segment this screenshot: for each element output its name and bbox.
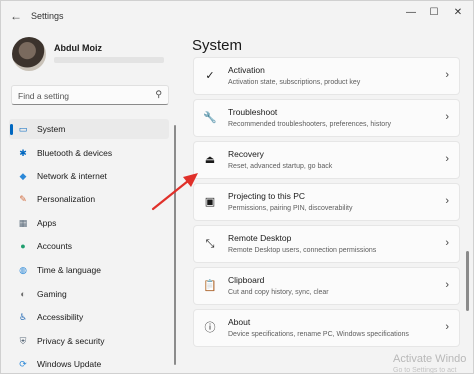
clipboard-icon: 📋 bbox=[203, 280, 217, 292]
card-about[interactable]: ⓘ About Device specifications, rename PC, … bbox=[193, 309, 460, 347]
back-arrow-icon[interactable]: ← bbox=[10, 9, 24, 23]
sidebar-scrollbar[interactable] bbox=[174, 125, 176, 365]
chevron-right-icon: › bbox=[445, 111, 449, 123]
card-title: Remote Desktop bbox=[228, 233, 292, 243]
person-icon: ● bbox=[20, 241, 26, 251]
sidebar-item-label: Apps bbox=[37, 218, 57, 228]
brush-icon: ✎ bbox=[19, 194, 27, 204]
sidebar-item-label: Gaming bbox=[37, 289, 67, 299]
search-box[interactable]: ⚲ bbox=[11, 85, 169, 105]
sidebar-item-accessibility[interactable]: ♿ Accessibility bbox=[9, 307, 169, 327]
sidebar-item-time-language[interactable]: ◍ Time & language bbox=[9, 260, 169, 280]
sidebar-item-label: Network & internet bbox=[37, 171, 107, 181]
info-icon: ⓘ bbox=[204, 322, 216, 334]
sidebar-item-label: Privacy & security bbox=[37, 336, 105, 346]
minimize-icon[interactable]: — bbox=[400, 5, 422, 21]
sidebar-item-label: Personalization bbox=[37, 194, 96, 204]
card-title: Recovery bbox=[228, 149, 264, 159]
sidebar-item-personalization[interactable]: ✎ Personalization bbox=[9, 189, 169, 209]
gamepad-icon: ◐ bbox=[20, 289, 26, 299]
shield-icon: ⛨ bbox=[19, 336, 27, 346]
monitor-icon: ▭ bbox=[18, 124, 28, 134]
close-icon[interactable]: ✕ bbox=[447, 5, 469, 21]
card-description: Activation state, subscriptions, product… bbox=[228, 79, 361, 86]
sidebar-item-label: System bbox=[37, 124, 66, 134]
sidebar-item-gaming[interactable]: ◐ Gaming bbox=[9, 284, 169, 304]
sidebar-item-system[interactable]: ▭ System bbox=[9, 119, 169, 139]
sidebar-item-label: Accounts bbox=[37, 241, 72, 251]
chevron-right-icon: › bbox=[445, 237, 449, 249]
card-remote-desktop[interactable]: ⤡ Remote Desktop Remote Desktop users, con… bbox=[193, 225, 460, 263]
card-description: Remote Desktop users, connection permiss… bbox=[228, 247, 377, 254]
check-circle-icon: ✓ bbox=[205, 70, 215, 82]
wrench-icon: 🔧 bbox=[203, 112, 217, 124]
chevron-right-icon: › bbox=[445, 69, 449, 81]
search-input[interactable] bbox=[18, 89, 148, 102]
chevron-right-icon: › bbox=[445, 321, 449, 333]
globe-clock-icon: ◍ bbox=[19, 265, 27, 275]
sidebar-item-accounts[interactable]: ● Accounts bbox=[9, 236, 169, 256]
activation-watermark-subtitle: Go to Settings to act bbox=[393, 367, 457, 374]
card-troubleshoot[interactable]: 🔧 Troubleshoot Recommended troubleshooters… bbox=[193, 99, 460, 137]
accessibility-icon: ♿ bbox=[18, 312, 28, 322]
card-projecting-to-this-pc[interactable]: ▣ Projecting to this PC Permissions, pairi… bbox=[193, 183, 460, 221]
chevron-right-icon: › bbox=[445, 153, 449, 165]
bluetooth-icon: ✱ bbox=[19, 148, 27, 158]
user-email-redacted bbox=[54, 57, 164, 63]
sidebar-item-privacy-security[interactable]: ⛨ Privacy & security bbox=[9, 331, 169, 351]
apps-icon: ▦ bbox=[18, 218, 28, 228]
card-description: Recommended troubleshooters, preferences… bbox=[228, 121, 392, 128]
card-description: Cut and copy history, sync, clear bbox=[228, 289, 329, 296]
sidebar-item-label: Accessibility bbox=[37, 312, 84, 322]
sidebar-item-apps[interactable]: ▦ Apps bbox=[9, 213, 169, 233]
card-title: Clipboard bbox=[228, 275, 265, 285]
chevron-right-icon: › bbox=[445, 279, 449, 291]
user-name: Abdul Moiz bbox=[54, 43, 102, 53]
project-icon: ▣ bbox=[204, 196, 216, 208]
avatar[interactable] bbox=[12, 37, 46, 71]
card-title: Troubleshoot bbox=[228, 107, 278, 117]
sidebar-item-label: Bluetooth & devices bbox=[37, 148, 113, 158]
app-title: Settings bbox=[31, 11, 64, 21]
recovery-icon: ⏏ bbox=[204, 154, 216, 166]
card-clipboard[interactable]: 📋 Clipboard Cut and copy history, sync, cl… bbox=[193, 267, 460, 305]
card-title: About bbox=[228, 317, 251, 327]
card-activation[interactable]: ✓ Activation Activation state, subscriptio… bbox=[193, 57, 460, 95]
maximize-icon[interactable]: ☐ bbox=[423, 5, 445, 21]
card-title: Projecting to this PC bbox=[228, 191, 306, 201]
sidebar-item-bluetooth-devices[interactable]: ✱ Bluetooth & devices bbox=[9, 143, 169, 163]
main-scrollbar[interactable] bbox=[466, 251, 469, 311]
title-bar: ← Settings — ☐ ✕ bbox=[1, 1, 473, 31]
card-description: Reset, advanced startup, go back bbox=[228, 163, 333, 170]
sidebar-item-label: Windows Update bbox=[37, 359, 102, 369]
sidebar-item-label: Time & language bbox=[37, 265, 101, 275]
chevron-right-icon: › bbox=[445, 195, 449, 207]
wifi-icon: ◆ bbox=[19, 171, 27, 181]
card-description: Permissions, pairing PIN, discoverabilit… bbox=[228, 205, 353, 212]
activation-watermark: Activate Windo bbox=[393, 353, 467, 365]
page-title: System bbox=[192, 37, 243, 54]
sidebar-item-windows-update[interactable]: ⟳ Windows Update bbox=[9, 354, 169, 373]
sidebar-item-network-internet[interactable]: ◆ Network & internet bbox=[9, 166, 169, 186]
selection-indicator bbox=[10, 124, 13, 135]
settings-window: ← Settings — ☐ ✕ Abdul Moiz ⚲ ▭ System ✱ Bl… bbox=[0, 0, 474, 374]
search-icon[interactable]: ⚲ bbox=[155, 89, 162, 100]
windows-update-icon: ⟳ bbox=[19, 359, 27, 369]
remote-desktop-icon: ⤡ bbox=[205, 238, 215, 250]
card-title: Activation bbox=[228, 65, 265, 75]
card-recovery[interactable]: ⏏ Recovery Reset, advanced startup, go bac… bbox=[193, 141, 460, 179]
card-description: Device specifications, rename PC, Window… bbox=[228, 331, 409, 338]
